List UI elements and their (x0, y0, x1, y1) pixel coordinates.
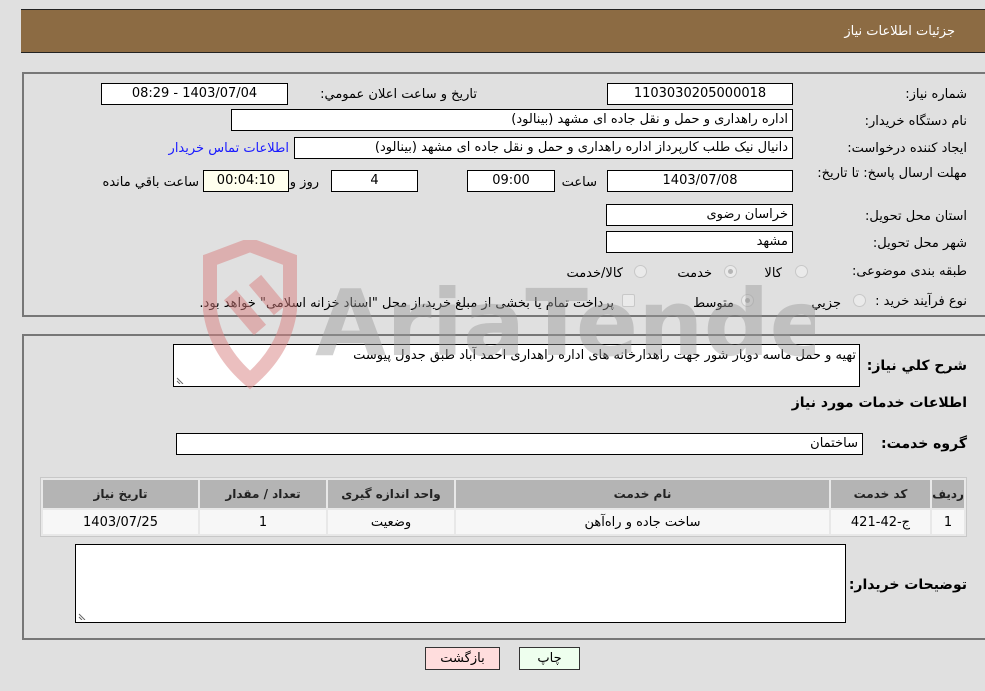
cell-quantity: 1 (200, 510, 326, 534)
category-radio-goods[interactable] (795, 265, 808, 278)
description-label: شرح کلي نیاز: (866, 358, 967, 374)
buyer-org-field: اداره راهداری و حمل و نقل جاده ای مشهد (… (231, 109, 793, 131)
category-option-service: خدمت (677, 266, 712, 281)
category-option-goods: کالا (764, 266, 782, 281)
process-radio-medium[interactable] (741, 294, 754, 307)
process-radio-minor[interactable] (853, 294, 866, 307)
print-button[interactable]: چاپ (519, 647, 580, 670)
province-field: خراسان رضوی (606, 204, 793, 226)
need-number-field: 1103030205000018 (607, 83, 793, 105)
col-header-row-num: ردیف (932, 480, 964, 508)
cell-service-name: ساخت جاده و راه‌آهن (456, 510, 829, 534)
cell-need-date: 1403/07/25 (43, 510, 198, 534)
description-text: تهیه و حمل ماسه دوبار شور جهت راهدارخانه… (353, 348, 856, 363)
process-option-minor: جزيي (811, 296, 841, 311)
col-header-quantity: تعداد / مقدار (200, 480, 326, 508)
category-radio-service[interactable] (724, 265, 737, 278)
treasury-checkbox[interactable] (622, 294, 635, 307)
cell-row-num: 1 (932, 510, 964, 534)
service-group-field: ساختمان (176, 433, 863, 455)
col-header-service-name: نام خدمت (456, 480, 829, 508)
process-label: نوع فرآیند خرید : (875, 294, 967, 309)
category-radio-goods-service[interactable] (634, 265, 647, 278)
resize-grip-icon[interactable] (78, 611, 87, 620)
buyer-notes-label: توضیحات خریدار: (848, 577, 967, 593)
col-header-need-date: تاریخ نیاز (43, 480, 198, 508)
col-header-service-code: کد خدمت (831, 480, 930, 508)
creator-label: ایجاد کننده درخواست: (847, 141, 967, 156)
page-title: جزئیات اطلاعات نیاز (844, 24, 955, 39)
need-number-label: شماره نیاز: (905, 87, 967, 102)
description-textarea[interactable]: تهیه و حمل ماسه دوبار شور جهت راهدارخانه… (173, 344, 860, 387)
days-label: روز و (289, 175, 319, 190)
buyer-notes-textarea[interactable] (75, 544, 846, 623)
province-label: استان محل تحویل: (865, 209, 967, 224)
announce-label: تاریخ و ساعت اعلان عمومي: (320, 87, 477, 102)
announce-datetime-field: 1403/07/04 - 08:29 (101, 83, 288, 105)
services-section-title: اطلاعات خدمات مورد نیاز (791, 395, 967, 411)
creator-field: دانیال نیک طلب کارپرداز اداره راهداری و … (294, 137, 793, 159)
resize-grip-icon[interactable] (176, 375, 185, 384)
buyer-org-label: نام دستگاه خریدار: (864, 114, 967, 129)
deadline-time-field: 09:00 (467, 170, 555, 192)
col-header-unit: واحد اندازه گیری (328, 480, 454, 508)
table-row: 1 ج-42-421 ساخت جاده و راه‌آهن وضعیت 1 1… (43, 510, 964, 534)
cell-unit: وضعیت (328, 510, 454, 534)
category-label: طبقه بندی موضوعی: (851, 264, 967, 279)
services-table: ردیف کد خدمت نام خدمت واحد اندازه گیری ت… (40, 477, 967, 537)
days-remaining-field: 4 (331, 170, 418, 192)
cell-service-code: ج-42-421 (831, 510, 930, 534)
page-header: جزئیات اطلاعات نیاز (21, 9, 985, 53)
service-group-label: گروه خدمت: (881, 436, 967, 452)
back-button[interactable]: بازگشت (425, 647, 500, 670)
deadline-date-field: 1403/07/08 (607, 170, 793, 192)
buyer-contact-link[interactable]: اطلاعات تماس خریدار (169, 141, 289, 156)
city-label: شهر محل تحویل: (872, 236, 967, 251)
process-option-medium: متوسط (693, 296, 734, 311)
category-option-goods-service: کالا/خدمت (566, 266, 623, 281)
deadline-label: مهلت ارسال پاسخ: تا تاریخ: (817, 166, 967, 181)
treasury-note: پرداخت تمام یا بخشی از مبلغ خرید،از محل … (199, 296, 614, 311)
deadline-time-label: ساعت (561, 175, 597, 190)
time-remaining-label: ساعت باقي مانده (102, 175, 199, 190)
city-field: مشهد (606, 231, 793, 253)
time-remaining-field: 00:04:10 (203, 170, 289, 192)
table-header-row: ردیف کد خدمت نام خدمت واحد اندازه گیری ت… (43, 480, 964, 508)
